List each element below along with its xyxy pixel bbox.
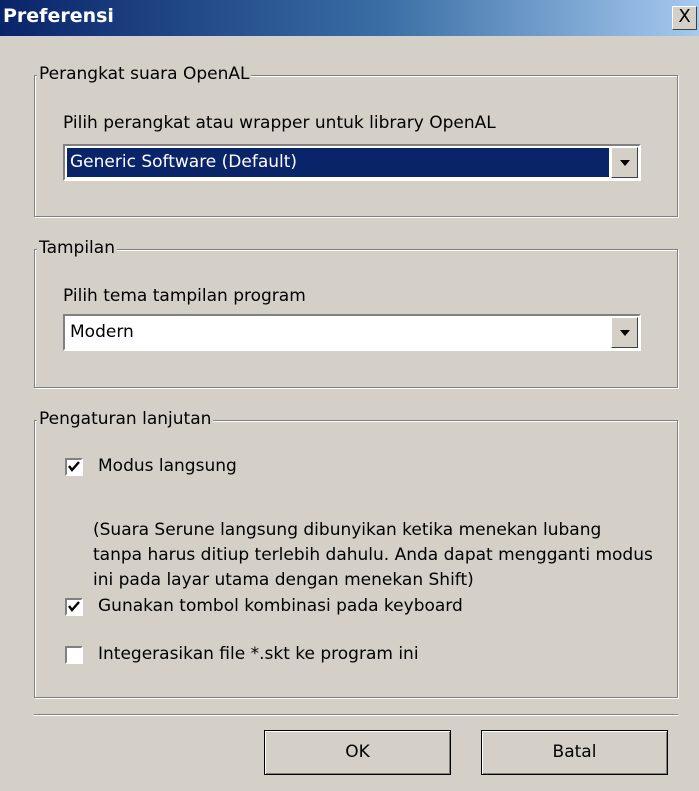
- preferences-dialog: Preferensi X Perangkat suara OpenAL Pili…: [0, 0, 699, 791]
- ok-button[interactable]: OK: [264, 730, 451, 775]
- theme-value: Modern: [70, 322, 134, 342]
- divider: [34, 714, 678, 716]
- display-group-title: Tampilan: [37, 238, 117, 258]
- openal-device-select[interactable]: Generic Software (Default): [63, 144, 641, 181]
- theme-select[interactable]: Modern: [63, 314, 641, 351]
- openal-device-value: Generic Software (Default): [67, 148, 609, 177]
- openal-group: Perangkat suara OpenAL Pilih perangkat a…: [34, 64, 678, 217]
- check-icon: [68, 461, 80, 472]
- close-icon: X: [678, 6, 691, 27]
- integrate-skt-checkbox[interactable]: [65, 646, 83, 664]
- close-button[interactable]: X: [672, 6, 697, 30]
- dropdown-arrow-icon[interactable]: [611, 317, 638, 348]
- window-title: Preferensi: [3, 5, 114, 27]
- title-bar[interactable]: Preferensi X: [0, 0, 699, 36]
- integrate-skt-label[interactable]: Integerasikan file *.skt ke program ini: [98, 644, 419, 664]
- display-group: Tampilan Pilih tema tampilan program Mod…: [34, 238, 678, 388]
- advanced-group-title: Pengaturan lanjutan: [37, 409, 214, 429]
- direct-mode-checkbox[interactable]: [65, 458, 83, 476]
- advanced-group: Pengaturan lanjutan Modus langsung (Suar…: [34, 409, 678, 698]
- openal-device-label: Pilih perangkat atau wrapper untuk libra…: [63, 113, 496, 133]
- dropdown-arrow-icon[interactable]: [611, 147, 638, 178]
- cancel-button[interactable]: Batal: [481, 730, 668, 775]
- openal-group-title: Perangkat suara OpenAL: [37, 64, 252, 84]
- keyboard-combo-label[interactable]: Gunakan tombol kombinasi pada keyboard: [98, 596, 463, 616]
- direct-mode-label[interactable]: Modus langsung: [98, 456, 237, 476]
- direct-mode-note: (Suara Serune langsung dibunyikan ketika…: [93, 520, 653, 590]
- check-icon: [68, 601, 80, 612]
- keyboard-combo-checkbox[interactable]: [65, 598, 83, 616]
- theme-label: Pilih tema tampilan program: [63, 286, 306, 306]
